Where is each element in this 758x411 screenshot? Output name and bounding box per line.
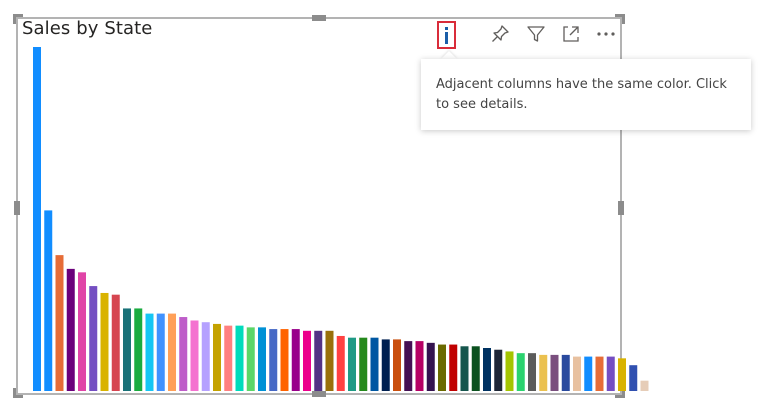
bar-50[interactable] xyxy=(584,356,593,391)
bar-45[interactable] xyxy=(528,353,536,391)
bar-32[interactable] xyxy=(381,339,390,391)
bar-24[interactable] xyxy=(291,329,300,391)
bar-8[interactable] xyxy=(111,294,120,391)
bar-29[interactable] xyxy=(348,337,356,391)
bar-41[interactable] xyxy=(483,348,491,391)
bar-53[interactable] xyxy=(618,358,626,391)
bar-44[interactable] xyxy=(516,353,525,391)
bar-52[interactable] xyxy=(606,356,615,391)
bar-21[interactable] xyxy=(258,327,266,391)
bar-15[interactable] xyxy=(190,320,199,391)
bar-42[interactable] xyxy=(494,349,503,391)
bar-1[interactable] xyxy=(33,47,41,391)
bar-17[interactable] xyxy=(213,323,221,391)
bar-36[interactable] xyxy=(426,342,435,391)
bar-14[interactable] xyxy=(179,317,188,391)
bar-40[interactable] xyxy=(471,346,480,391)
bar-11[interactable] xyxy=(145,313,154,391)
bar-25[interactable] xyxy=(303,330,311,391)
bar-5[interactable] xyxy=(78,272,86,391)
bar-19[interactable] xyxy=(235,325,244,391)
bar-43[interactable] xyxy=(505,351,514,391)
bar-4[interactable] xyxy=(66,268,75,391)
bar-18[interactable] xyxy=(224,325,233,391)
bar-49[interactable] xyxy=(573,356,581,391)
bar-55[interactable] xyxy=(640,380,649,391)
bar-22[interactable] xyxy=(269,329,278,391)
bar-46[interactable] xyxy=(539,354,548,391)
bar-9[interactable] xyxy=(123,308,131,391)
bar-chart xyxy=(33,47,649,391)
bar-16[interactable] xyxy=(201,322,210,391)
bar-39[interactable] xyxy=(460,346,469,391)
report-canvas: Sales by State Adjacent columns have the… xyxy=(0,0,758,411)
bar-12[interactable] xyxy=(156,313,165,391)
bar-2[interactable] xyxy=(44,210,53,391)
bar-26[interactable] xyxy=(314,330,323,391)
bar-35[interactable] xyxy=(415,341,424,391)
bar-34[interactable] xyxy=(404,341,413,391)
bar-48[interactable] xyxy=(561,354,570,391)
bar-31[interactable] xyxy=(370,337,379,391)
bar-28[interactable] xyxy=(336,335,345,391)
bar-30[interactable] xyxy=(359,337,368,391)
bar-27[interactable] xyxy=(325,330,334,391)
bar-7[interactable] xyxy=(100,292,109,391)
bar-23[interactable] xyxy=(280,329,289,391)
bar-51[interactable] xyxy=(595,356,604,391)
bar-54[interactable] xyxy=(629,365,638,391)
bar-13[interactable] xyxy=(168,313,176,391)
bar-47[interactable] xyxy=(550,354,559,391)
bar-33[interactable] xyxy=(393,339,401,391)
bar-3[interactable] xyxy=(55,255,64,391)
bar-37[interactable] xyxy=(438,344,446,391)
bar-10[interactable] xyxy=(134,308,143,391)
bar-38[interactable] xyxy=(449,344,458,391)
bar-20[interactable] xyxy=(246,327,255,391)
bar-6[interactable] xyxy=(89,286,98,391)
